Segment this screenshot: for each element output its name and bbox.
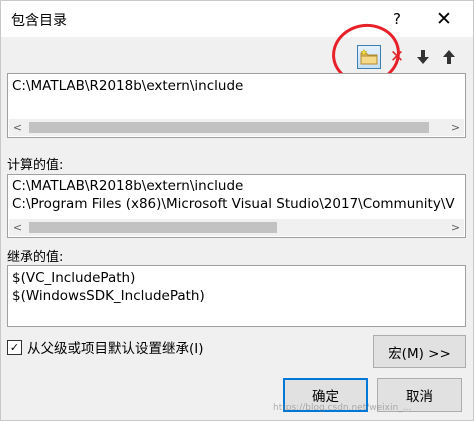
checkmark-icon: ✓ bbox=[9, 340, 20, 354]
scroll-right-icon[interactable]: > bbox=[447, 219, 464, 236]
inherit-from-parent-checkbox-row[interactable]: ✓ 从父级或项目默认设置继承(I) bbox=[7, 337, 204, 357]
dialog-title: 包含目录 bbox=[11, 13, 67, 29]
scroll-left-icon[interactable]: < bbox=[9, 219, 26, 236]
scroll-thumb[interactable] bbox=[29, 122, 429, 133]
help-icon: ? bbox=[393, 10, 401, 28]
inherited-values-label: 继承的值: bbox=[7, 250, 64, 265]
list-item[interactable]: C:\MATLAB\R2018b\extern\include bbox=[12, 78, 243, 94]
evaluated-values-list: C:\MATLAB\R2018b\extern\include C:\Progr… bbox=[7, 174, 466, 238]
scroll-left-icon[interactable]: < bbox=[9, 119, 26, 136]
close-button[interactable]: ✕ bbox=[421, 3, 467, 35]
macros-button[interactable]: 宏(M) >> bbox=[373, 335, 466, 368]
arrow-down-icon bbox=[417, 50, 429, 64]
horizontal-scrollbar[interactable]: < > bbox=[9, 119, 464, 136]
scroll-right-icon[interactable]: > bbox=[447, 119, 464, 136]
include-directories-list[interactable]: C:\MATLAB\R2018b\extern\include < > bbox=[7, 73, 466, 138]
inherit-checkbox[interactable]: ✓ bbox=[7, 339, 22, 355]
evaluated-values-label: 计算的值: bbox=[7, 158, 64, 173]
watermark: https://blog.csdn.net/weixin_... bbox=[273, 403, 412, 413]
close-icon: ✕ bbox=[436, 8, 452, 30]
list-item: $(WindowsSDK_IncludePath) bbox=[12, 288, 205, 304]
list-item: C:\Program Files (x86)\Microsoft Visual … bbox=[12, 196, 455, 212]
move-down-button[interactable] bbox=[411, 45, 435, 69]
horizontal-scrollbar[interactable]: < > bbox=[9, 219, 464, 236]
inherit-checkbox-label[interactable]: 从父级或项目默认设置继承(I) bbox=[27, 337, 204, 357]
scroll-thumb[interactable] bbox=[29, 222, 277, 233]
list-item: C:\MATLAB\R2018b\extern\include bbox=[12, 178, 244, 194]
title-bar: 包含目录 ? ✕ bbox=[1, 1, 473, 37]
include-directories-dialog: 包含目录 ? ✕ ✕ C:\MATLAB\R2018b\extern\inclu… bbox=[0, 0, 474, 421]
inherited-values-list: $(VC_IncludePath) $(WindowsSDK_IncludePa… bbox=[7, 265, 466, 327]
move-up-button[interactable] bbox=[437, 45, 461, 69]
arrow-up-icon bbox=[443, 50, 455, 64]
list-item: $(VC_IncludePath) bbox=[12, 270, 136, 286]
